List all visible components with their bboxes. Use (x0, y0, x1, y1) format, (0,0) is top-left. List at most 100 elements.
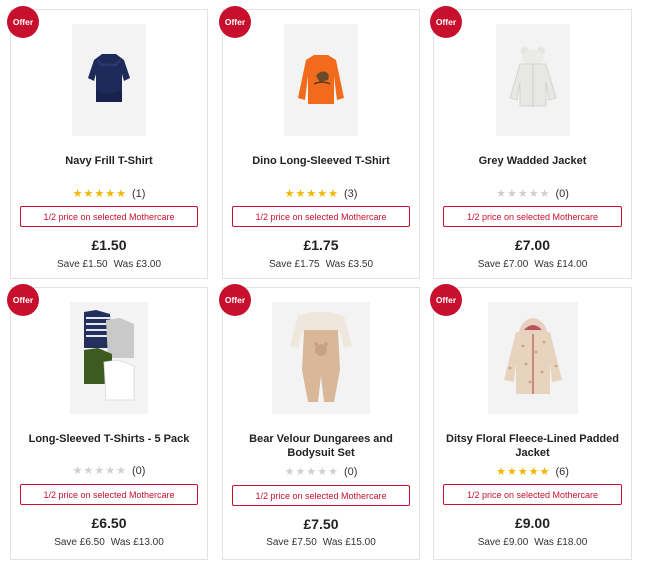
star-icon: ★ (105, 464, 116, 477)
save-amount: Save £7.00 (477, 259, 529, 270)
product-title[interactable]: Dino Long-Sleeved T-Shirt (231, 154, 411, 168)
star-icon: ★ (284, 187, 295, 200)
offer-badge: Offer (219, 6, 251, 38)
product-image[interactable] (495, 24, 570, 136)
star-icon: ★ (328, 187, 338, 200)
save-amount: Save £1.50 (56, 259, 108, 270)
product-card[interactable]: Offer Dino Long-Sleeved T-Shirt ★ ★ ★ ★ ★ (3… (219, 6, 420, 279)
save-was-text: Save £1.50 Was £3.00 (11, 259, 207, 270)
product-card[interactable]: Offer Ditsy Floral Fleece-Lined Padded J… (430, 284, 632, 560)
price: £6.50 (91, 515, 127, 531)
navy-frill-t-shirt-icon (72, 24, 146, 136)
save-was-text: Save £7.50 Was £15.00 (223, 537, 419, 548)
star-icon: ★ (496, 187, 506, 200)
promo-button[interactable]: 1/2 price on selected Mothercare (20, 484, 198, 505)
save-amount: Save £7.50 (266, 537, 317, 548)
was-price: Was £14.00 (534, 259, 588, 270)
promo-button[interactable]: 1/2 price on selected Mothercare (20, 206, 198, 227)
star-icon: ★ (539, 465, 550, 478)
product-image[interactable] (284, 24, 358, 136)
save-was-text: Save £6.50 Was £13.00 (11, 537, 207, 548)
star-icon: ★ (528, 187, 539, 200)
star-rating: ★ ★ ★ ★ ★ (284, 465, 338, 478)
star-rating: ★ ★ ★ ★ ★ (73, 464, 126, 477)
product-card[interactable]: Offer Navy Frill T-Shirt ★ ★ ★ ★ ★ (1) 1/2 p… (7, 6, 208, 279)
product-image[interactable] (72, 24, 146, 136)
star-icon: ★ (94, 187, 105, 200)
product-title[interactable]: Navy Frill T-Shirt (19, 154, 199, 168)
promo-button[interactable]: 1/2 price on selected Mothercare (443, 206, 622, 227)
product-card[interactable]: Offer Bear Velour Dungarees and Bodysuit… (219, 284, 420, 560)
offer-badge: Offer (219, 284, 251, 316)
rating: ★ ★ ★ ★ ★ (3) (223, 188, 419, 200)
star-icon: ★ (105, 187, 116, 200)
save-amount: Save £9.00 (477, 537, 529, 548)
save-was-text: Save £7.00 Was £14.00 (434, 259, 631, 270)
product-card[interactable]: Offer Long-Sleeved T-Shirts - 5 Pack ★ ★ ★… (7, 284, 208, 560)
product-image[interactable] (70, 302, 148, 414)
rating: ★ ★ ★ ★ ★ (1) (11, 188, 207, 200)
star-icon: ★ (506, 465, 517, 478)
review-count: (6) (555, 466, 569, 478)
review-count: (0) (343, 466, 358, 478)
was-price: Was £13.00 (110, 537, 164, 548)
star-icon: ★ (496, 465, 506, 478)
product-image[interactable] (487, 302, 578, 414)
save-was-text: Save £9.00 Was £18.00 (434, 537, 631, 548)
star-icon: ★ (517, 187, 528, 200)
save-amount: Save £6.50 (54, 537, 105, 548)
price: £7.50 (303, 516, 339, 532)
star-icon: ★ (83, 187, 94, 200)
star-icon: ★ (295, 187, 306, 200)
floral-padded-jacket-icon (487, 302, 578, 414)
rating: ★ ★ ★ ★ ★ (0) (434, 188, 631, 200)
product-title[interactable]: Ditsy Floral Fleece-Lined Padded Jacket (442, 432, 623, 460)
star-icon: ★ (116, 464, 126, 477)
star-rating: ★ ★ ★ ★ ★ (496, 465, 550, 478)
promo-button[interactable]: 1/2 price on selected Mothercare (443, 484, 622, 505)
star-icon: ★ (539, 187, 550, 200)
promo-button[interactable]: 1/2 price on selected Mothercare (232, 485, 410, 506)
rating: ★ ★ ★ ★ ★ (0) (223, 466, 419, 478)
price: £9.00 (514, 515, 551, 531)
product-title[interactable]: Bear Velour Dungarees and Bodysuit Set (231, 432, 411, 460)
product-title[interactable]: Grey Wadded Jacket (442, 154, 623, 168)
review-count: (1) (131, 188, 146, 200)
offer-badge: Offer (430, 6, 462, 38)
product-card[interactable]: Offer Grey Wadded Jacket ★ ★ ★ ★ ★ (0) 1/2 p… (430, 6, 632, 279)
was-price: Was £15.00 (322, 537, 376, 548)
star-icon: ★ (284, 465, 295, 478)
was-price: Was £3.50 (325, 259, 374, 270)
price: £7.00 (514, 237, 551, 253)
product-title[interactable]: Long-Sleeved T-Shirts - 5 Pack (19, 432, 199, 446)
star-rating: ★ ★ ★ ★ ★ (72, 187, 126, 200)
star-icon: ★ (528, 465, 539, 478)
bear-velour-dungarees-icon (272, 302, 370, 414)
star-icon: ★ (328, 465, 338, 478)
star-icon: ★ (506, 187, 517, 200)
product-image[interactable] (272, 302, 370, 414)
offer-badge: Offer (430, 284, 462, 316)
review-count: (0) (131, 465, 146, 477)
grey-wadded-jacket-icon (495, 24, 570, 136)
star-icon: ★ (517, 465, 528, 478)
price: £1.50 (91, 237, 127, 253)
was-price: Was £3.00 (113, 259, 162, 270)
offer-badge: Offer (7, 284, 39, 316)
rating: ★ ★ ★ ★ ★ (6) (434, 466, 631, 478)
review-count: (0) (555, 188, 569, 200)
star-icon: ★ (83, 464, 94, 477)
star-icon: ★ (72, 187, 83, 200)
rating: ★ ★ ★ ★ ★ (0) (11, 465, 207, 477)
promo-button[interactable]: 1/2 price on selected Mothercare (232, 206, 410, 227)
star-rating: ★ ★ ★ ★ ★ (496, 187, 550, 200)
five-pack-tees-icon (70, 302, 148, 414)
star-icon: ★ (306, 187, 317, 200)
star-rating: ★ ★ ★ ★ ★ (284, 187, 338, 200)
save-amount: Save £1.75 (268, 259, 320, 270)
star-icon: ★ (306, 465, 317, 478)
star-icon: ★ (317, 187, 328, 200)
orange-dino-long-sleeve-tee-icon (284, 24, 358, 136)
offer-badge: Offer (7, 6, 39, 38)
star-icon: ★ (317, 465, 328, 478)
